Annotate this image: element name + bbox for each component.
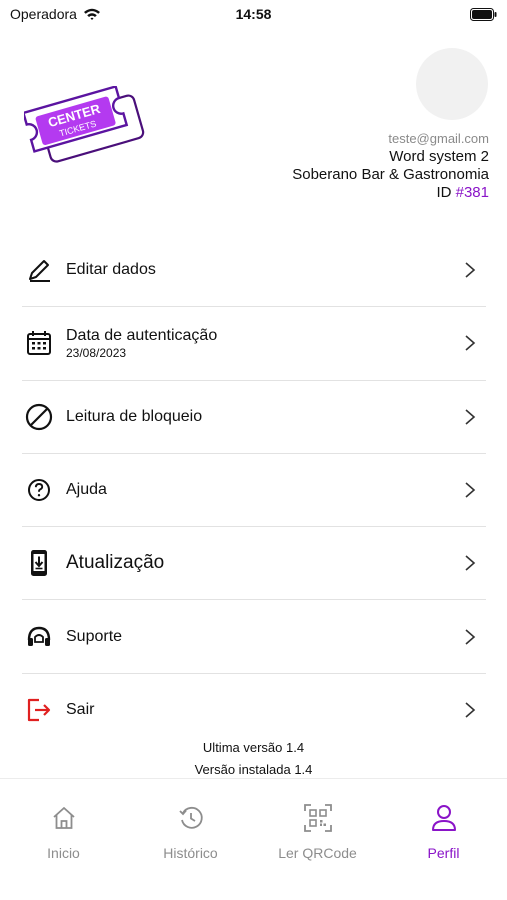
avatar[interactable]	[416, 48, 488, 120]
help-icon	[24, 475, 54, 505]
tab-label: Perfil	[427, 845, 460, 861]
chevron-right-icon	[465, 409, 476, 425]
tab-label: Histórico	[163, 845, 218, 861]
chevron-right-icon	[465, 335, 476, 352]
profile-email: teste@gmail.com	[388, 131, 489, 146]
chevron-right-icon	[465, 262, 476, 278]
block-icon	[24, 402, 54, 432]
menu-item-ajuda[interactable]: Ajuda	[22, 454, 486, 528]
tab-ler-qrcode[interactable]: Ler QRCode	[254, 801, 381, 861]
qrcode-icon	[254, 801, 381, 835]
profile-info: teste@gmail.com Word system 2 Soberano B…	[292, 130, 489, 202]
profile-venue: Soberano Bar & Gastronomia	[292, 166, 489, 183]
profile-id-value: #381	[455, 184, 489, 201]
pencil-icon	[24, 255, 54, 285]
menu-label: Suporte	[66, 627, 123, 645]
user-icon	[380, 801, 507, 835]
tab-label: Ler QRCode	[278, 845, 357, 861]
profile-company: Word system 2	[389, 148, 489, 165]
profile-id-prefix: ID	[436, 184, 456, 201]
version-info: Ultima versão 1.4 Versão instalada 1.4	[0, 737, 507, 781]
menu-item-data-autenticacao[interactable]: Data de autenticação 23/08/2023	[22, 307, 486, 381]
profile-id: ID #381	[292, 184, 489, 202]
bottom-tab-bar: Inicio Histórico Ler QRCode Perfil	[0, 778, 507, 900]
tab-label: Inicio	[47, 845, 80, 861]
menu-label: Sair	[66, 701, 95, 719]
auth-date: 23/08/2023	[66, 345, 127, 360]
chevron-right-icon	[465, 629, 476, 645]
home-icon	[0, 801, 127, 835]
menu-item-atualizacao[interactable]: Atualização	[22, 527, 486, 601]
chevron-right-icon	[465, 702, 476, 719]
center-tickets-logo: CENTER TICKETS	[24, 86, 145, 163]
menu-item-leitura-bloqueio[interactable]: Leitura de bloqueio	[22, 381, 486, 454]
chevron-right-icon	[465, 482, 476, 498]
headset-icon	[24, 622, 54, 652]
tab-inicio[interactable]: Inicio	[0, 801, 127, 861]
phone-download-icon	[24, 548, 54, 578]
latest-version: Ultima versão 1.4	[202, 740, 305, 755]
clock: 14:58	[235, 6, 272, 22]
menu-label: Data de autenticação	[66, 326, 218, 344]
menu-label: Atualização	[66, 552, 165, 574]
menu-label: Ajuda	[66, 481, 107, 499]
logout-icon	[24, 695, 54, 725]
menu-label: Leitura de bloqueio	[66, 407, 203, 425]
battery-icon	[470, 8, 497, 21]
menu-item-editar-dados[interactable]: Editar dados	[22, 234, 486, 308]
tab-historico[interactable]: Histórico	[127, 801, 254, 861]
tab-perfil[interactable]: Perfil	[380, 801, 507, 861]
status-bar: Operadora 14:58	[0, 0, 507, 30]
calendar-icon	[24, 328, 54, 358]
chevron-right-icon	[465, 555, 476, 571]
menu-item-suporte[interactable]: Suporte	[22, 600, 486, 674]
profile-menu: Editar dados Data de autenticação 23/08/…	[22, 234, 486, 747]
menu-label: Editar dados	[66, 261, 156, 279]
history-icon	[127, 801, 254, 835]
